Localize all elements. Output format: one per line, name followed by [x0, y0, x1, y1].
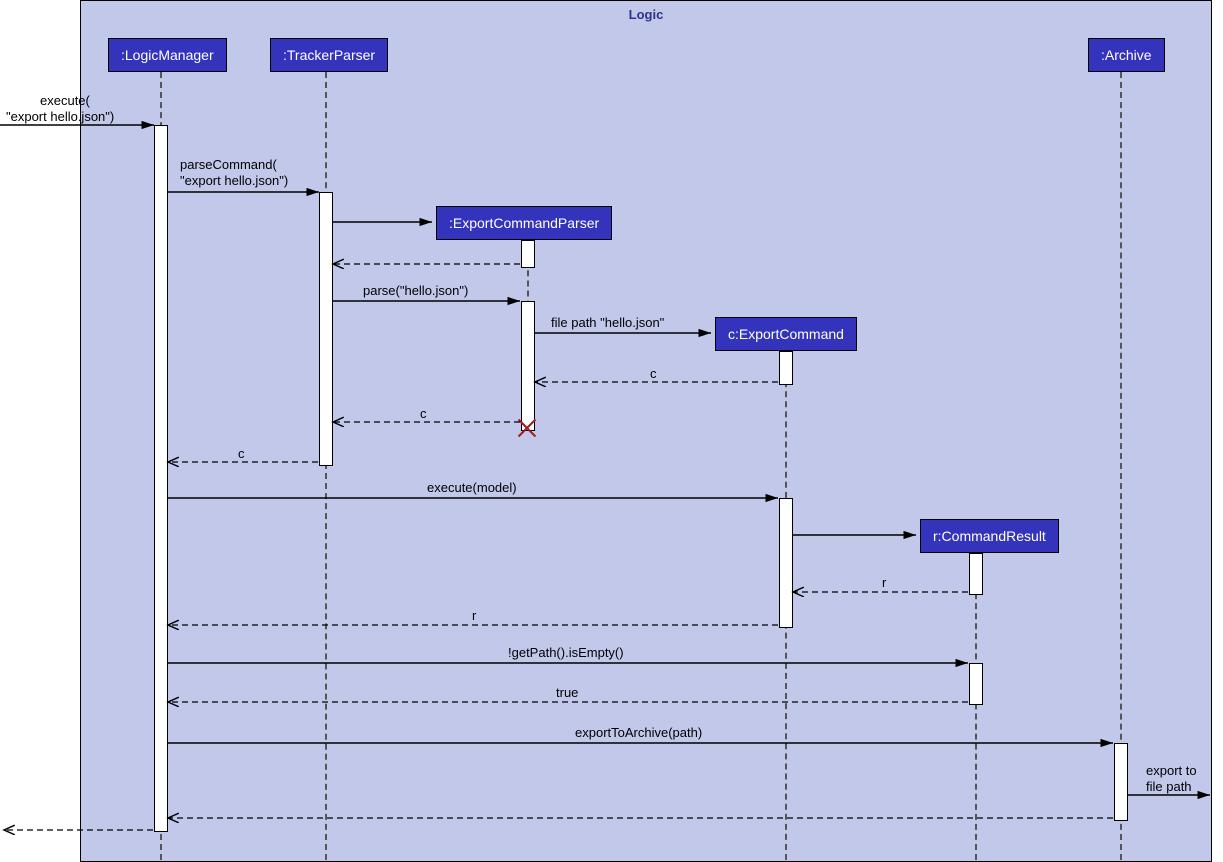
msg-export-out-2: file path: [1146, 779, 1192, 794]
msg-execute-1: execute(: [40, 93, 90, 108]
activation-exportcommand-2: [779, 498, 793, 628]
participant-trackerparser: :TrackerParser: [270, 38, 388, 72]
msg-getpath: !getPath().isEmpty(): [508, 645, 624, 660]
msg-execute-model: execute(model): [427, 480, 517, 495]
activation-exportcommandparser-1: [521, 240, 535, 268]
lifeline-archive: [1120, 72, 1122, 860]
msg-exporttoarchive: exportToArchive(path): [575, 725, 702, 740]
msg-c-2: c: [420, 406, 427, 421]
msg-true: true: [556, 685, 578, 700]
activation-archive: [1114, 743, 1128, 821]
msg-export-out-1: export to: [1146, 763, 1197, 778]
msg-execute-2: "export hello.json"): [6, 109, 114, 124]
activation-logicmanager: [154, 125, 168, 832]
msg-parsecommand-2: "export hello.json"): [180, 173, 288, 188]
participant-archive: :Archive: [1088, 38, 1165, 72]
activation-exportcommandparser-2: [521, 301, 535, 431]
lifeline-trackerparser: [325, 72, 327, 860]
msg-r-2: r: [472, 608, 476, 623]
activation-commandresult-1: [969, 553, 983, 595]
participant-exportcommandparser: :ExportCommandParser: [436, 206, 612, 240]
msg-c-3: c: [238, 446, 245, 461]
participant-commandresult: r:CommandResult: [920, 519, 1059, 553]
msg-c-1: c: [650, 366, 657, 381]
participant-logicmanager: :LogicManager: [108, 38, 227, 72]
msg-filepath: file path "hello.json": [551, 315, 664, 330]
msg-r-1: r: [882, 575, 886, 590]
frame-title: Logic: [81, 7, 1211, 22]
activation-trackerparser: [319, 192, 333, 466]
activation-commandresult-2: [969, 663, 983, 705]
lifeline-commandresult: [975, 553, 977, 860]
msg-parsecommand-1: parseCommand(: [180, 157, 277, 172]
activation-exportcommand-1: [779, 351, 793, 385]
participant-exportcommand: c:ExportCommand: [715, 317, 857, 351]
msg-parse: parse("hello.json"): [363, 283, 468, 298]
